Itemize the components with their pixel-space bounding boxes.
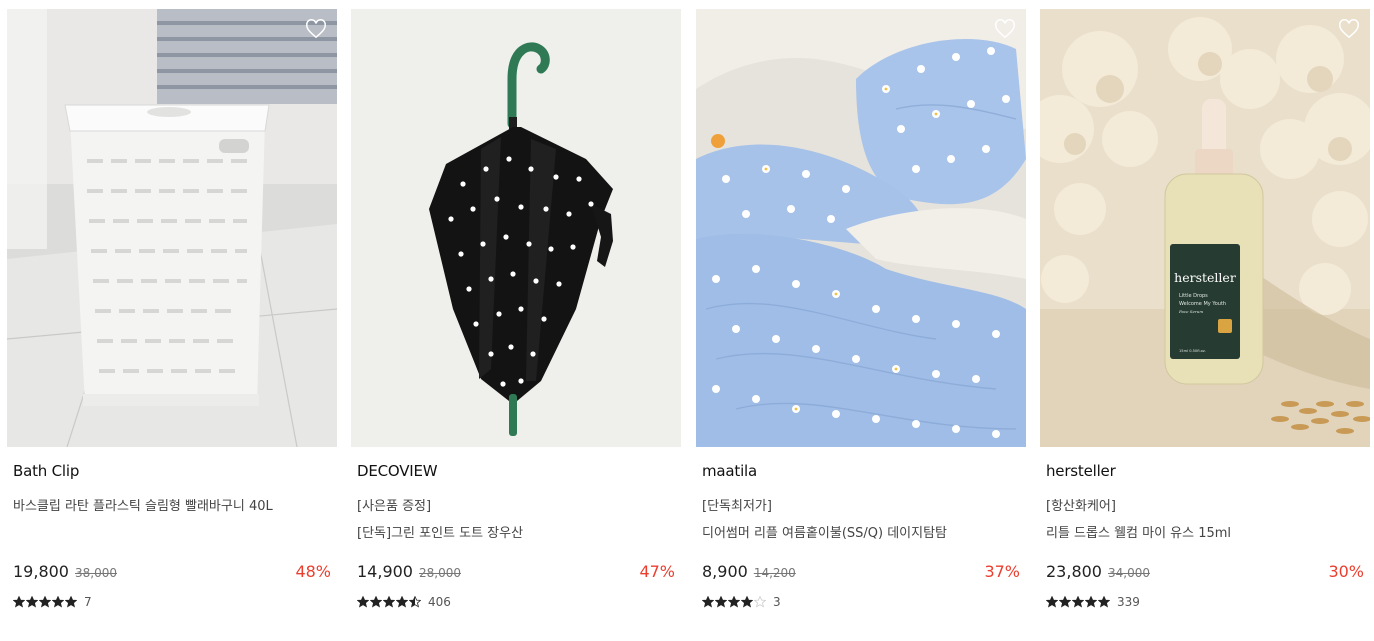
product-name-block[interactable]: [단독최저가] 디어썸머 리플 여름홑이불(SS/Q) 데이지탐탐	[702, 493, 1020, 547]
original-price: 34,000	[1107, 566, 1150, 580]
discount-rate: 48%	[295, 562, 331, 581]
original-price: 14,200	[753, 566, 796, 580]
umbrella-image	[351, 9, 681, 447]
star-icon	[1098, 596, 1110, 608]
product-name[interactable]: [단독]그린 포인트 도트 장우산	[357, 520, 675, 547]
review-count: 3	[773, 595, 781, 609]
star-rating	[1046, 596, 1110, 608]
product-name-block[interactable]: 바스클립 라탄 플라스틱 슬림형 빨래바구니 40L	[13, 493, 331, 520]
review-count: 339	[1117, 595, 1140, 609]
rating-row: 406	[357, 594, 451, 610]
product-card[interactable]: hersteller Little Drops Welcome My Youth…	[1040, 9, 1370, 629]
heart-icon[interactable]	[1338, 18, 1360, 40]
product-tag[interactable]: [단독최저가]	[702, 493, 1020, 520]
product-image[interactable]: hersteller Little Drops Welcome My Youth…	[1040, 9, 1370, 447]
review-count: 7	[84, 595, 92, 609]
bottle-label-volume: 15ml 0.50fl.oz.	[1179, 349, 1206, 353]
sale-price: 23,800	[1046, 562, 1102, 581]
sale-price: 14,900	[357, 562, 413, 581]
bottle-label-line2: Welcome My Youth	[1179, 301, 1226, 307]
star-icon	[370, 596, 382, 608]
product-image[interactable]	[696, 9, 1026, 447]
star-icon	[728, 596, 740, 608]
product-card[interactable]: Bath Clip 바스클립 라탄 플라스틱 슬림형 빨래바구니 40L 19,…	[7, 9, 337, 629]
product-card[interactable]: DECOVIEW [사은품 증정] [단독]그린 포인트 도트 장우산 14,9…	[351, 9, 681, 629]
star-rating	[13, 596, 77, 608]
heart-icon[interactable]	[994, 18, 1016, 40]
original-price: 28,000	[418, 566, 461, 580]
star-icon	[396, 596, 408, 608]
star-icon	[26, 596, 38, 608]
star-icon	[702, 596, 714, 608]
brand-name[interactable]: Bath Clip	[13, 462, 79, 480]
product-name[interactable]: 바스클립 라탄 플라스틱 슬림형 빨래바구니 40L	[13, 493, 331, 520]
product-name[interactable]: 리틀 드롭스 웰컴 마이 유스 15ml	[1046, 520, 1364, 547]
product-image[interactable]	[7, 9, 337, 447]
star-icon	[741, 596, 753, 608]
brand-name[interactable]: maatila	[702, 462, 757, 480]
serum-bottle-image: hersteller Little Drops Welcome My Youth…	[1040, 9, 1370, 447]
product-tag[interactable]: [항산화케어]	[1046, 493, 1364, 520]
review-count: 406	[428, 595, 451, 609]
product-name-block[interactable]: [사은품 증정] [단독]그린 포인트 도트 장우산	[357, 493, 675, 547]
star-rating	[702, 596, 766, 608]
price-row: 23,800 34,000 30%	[1046, 562, 1364, 584]
heart-icon[interactable]	[305, 18, 327, 40]
bottle-label-line3: Face Serum	[1178, 309, 1203, 314]
laundry-basket-image	[7, 9, 337, 447]
discount-rate: 47%	[639, 562, 675, 581]
star-icon	[1085, 596, 1097, 608]
bedding-image	[696, 9, 1026, 447]
star-icon	[715, 596, 727, 608]
star-icon	[754, 596, 766, 608]
star-icon	[1059, 596, 1071, 608]
brand-name[interactable]: hersteller	[1046, 462, 1116, 480]
bottle-label-line1: Little Drops	[1179, 293, 1208, 299]
price-row: 14,900 28,000 47%	[357, 562, 675, 584]
star-icon	[1046, 596, 1058, 608]
star-icon	[1072, 596, 1084, 608]
product-grid: Bath Clip 바스클립 라탄 플라스틱 슬림형 빨래바구니 40L 19,…	[7, 9, 1370, 629]
sale-price: 19,800	[13, 562, 69, 581]
star-icon	[357, 596, 369, 608]
product-name-block[interactable]: [항산화케어] 리틀 드롭스 웰컴 마이 유스 15ml	[1046, 493, 1364, 547]
rating-row: 3	[702, 594, 781, 610]
star-icon	[383, 596, 395, 608]
star-icon	[13, 596, 25, 608]
star-icon	[52, 596, 64, 608]
star-icon	[65, 596, 77, 608]
product-tag[interactable]: [사은품 증정]	[357, 493, 675, 520]
product-name[interactable]: 디어썸머 리플 여름홑이불(SS/Q) 데이지탐탐	[702, 520, 1020, 547]
discount-rate: 37%	[984, 562, 1020, 581]
star-icon	[39, 596, 51, 608]
star-icon	[409, 596, 421, 608]
rating-row: 7	[13, 594, 92, 610]
brand-name[interactable]: DECOVIEW	[357, 462, 438, 480]
sale-price: 8,900	[702, 562, 748, 581]
price-row: 8,900 14,200 37%	[702, 562, 1020, 584]
product-card[interactable]: maatila [단독최저가] 디어썸머 리플 여름홑이불(SS/Q) 데이지탐…	[696, 9, 1026, 629]
original-price: 38,000	[74, 566, 117, 580]
price-row: 19,800 38,000 48%	[13, 562, 331, 584]
discount-rate: 30%	[1328, 562, 1364, 581]
rating-row: 339	[1046, 594, 1140, 610]
star-rating	[357, 596, 421, 608]
bottle-label-brand: hersteller	[1174, 270, 1236, 285]
product-image[interactable]	[351, 9, 681, 447]
